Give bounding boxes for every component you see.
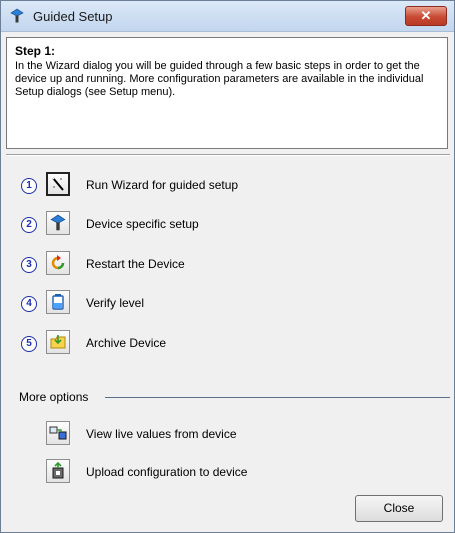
step-number: 5 <box>21 336 37 352</box>
step-number: 3 <box>21 257 37 273</box>
divider <box>6 154 450 156</box>
window-title: Guided Setup <box>33 9 113 24</box>
device-icon <box>10 8 24 23</box>
window-close-button[interactable]: ✕ <box>405 6 447 26</box>
step-description: In the Wizard dialog you will be guided … <box>15 60 424 98</box>
step-number: 1 <box>21 178 37 194</box>
close-button[interactable]: Close <box>355 495 443 522</box>
restart-device-button[interactable] <box>46 251 70 275</box>
upload-icon <box>52 462 64 479</box>
more-options-label: More options <box>19 390 89 404</box>
divider <box>105 397 450 398</box>
option-label: Upload configuration to device <box>86 465 248 479</box>
restart-icon <box>51 255 65 270</box>
step-label: Run Wizard for guided setup <box>86 178 239 192</box>
upload-configuration-button[interactable] <box>46 459 70 483</box>
step-label: Restart the Device <box>86 257 185 271</box>
title-bar: Guided Setup ✕ <box>1 1 454 32</box>
step-number: 4 <box>21 296 37 312</box>
step-verify-level: 4 Verify level <box>1 290 301 318</box>
run-wizard-button[interactable] <box>46 172 70 196</box>
step-run-wizard: 1 Run Wizard for guided setup <box>1 172 301 200</box>
instruction-panel: Step 1: In the Wizard dialog you will be… <box>6 37 448 149</box>
option-upload-config: Upload configuration to device <box>1 459 321 485</box>
archive-device-button[interactable] <box>46 330 70 354</box>
step-device-setup: 2 Device specific setup <box>1 211 301 239</box>
tank-icon <box>52 294 64 310</box>
step-label: Device specific setup <box>86 217 199 231</box>
step-label: Verify level <box>86 296 145 310</box>
archive-folder-icon <box>50 335 66 349</box>
step-number: 2 <box>21 217 37 233</box>
option-live-values: View live values from device <box>1 421 321 447</box>
device-icon <box>50 214 66 231</box>
step-heading: Step 1: <box>15 44 56 58</box>
step-archive-device: 5 Archive Device <box>1 330 301 358</box>
step-restart-device: 3 Restart the Device <box>1 251 301 279</box>
option-label: View live values from device <box>86 427 237 441</box>
guided-setup-window: Guided Setup ✕ Step 1: In the Wizard dia… <box>0 0 455 533</box>
wand-icon <box>51 176 64 191</box>
verify-level-button[interactable] <box>46 290 70 314</box>
close-icon: ✕ <box>420 8 432 23</box>
device-setup-button[interactable] <box>46 211 70 235</box>
step-label: Archive Device <box>86 336 167 350</box>
live-values-icon <box>49 426 67 440</box>
view-live-values-button[interactable] <box>46 421 70 445</box>
